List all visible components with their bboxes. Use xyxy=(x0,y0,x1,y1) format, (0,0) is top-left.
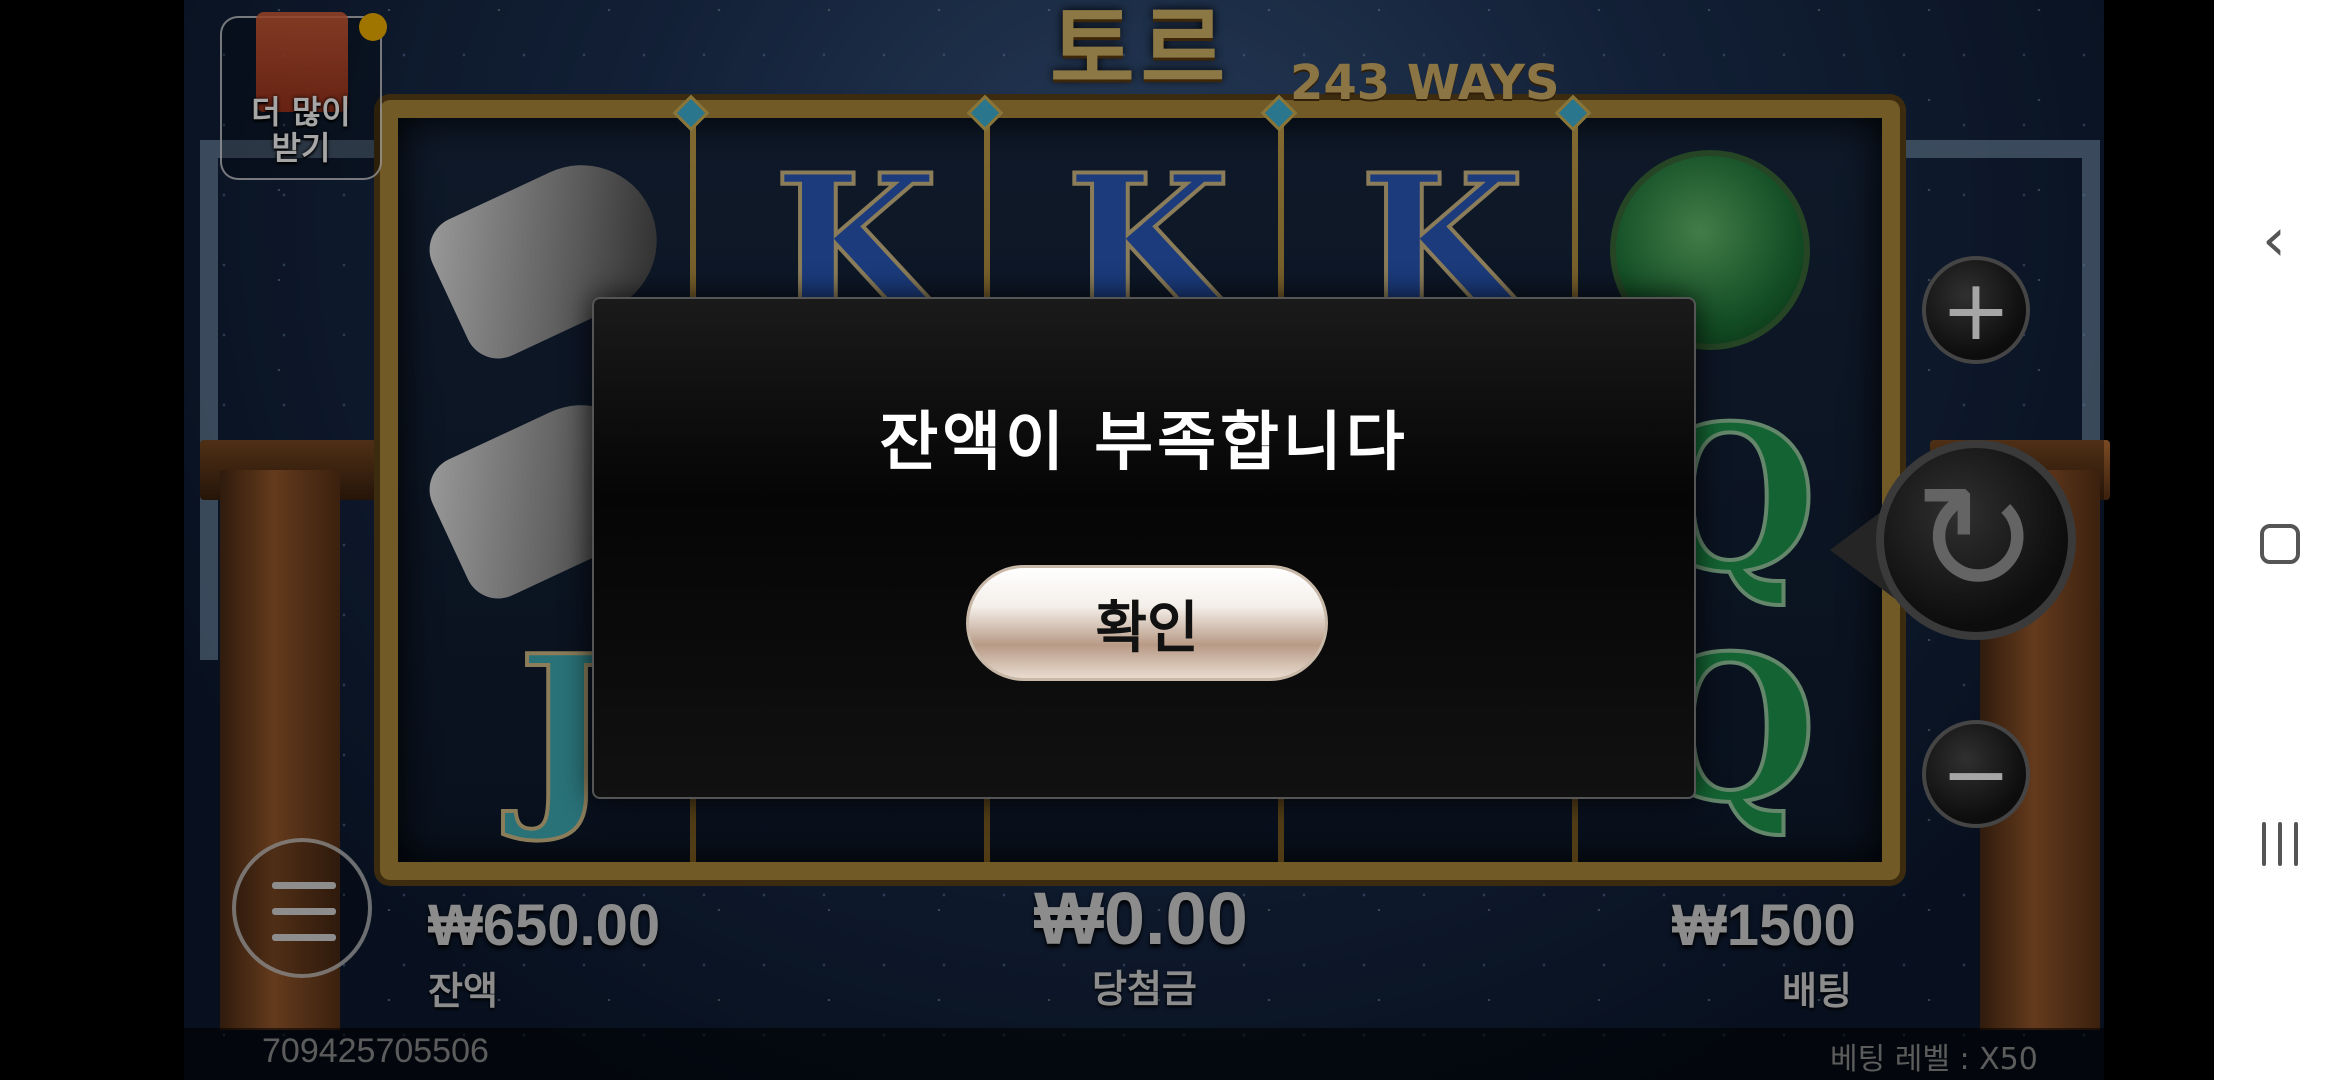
dialog-message: 잔액이 부족합니다 xyxy=(879,406,1409,480)
recent-apps-bar xyxy=(2294,822,2298,866)
confirm-button[interactable]: 확인 xyxy=(966,565,1328,681)
recent-apps-bar xyxy=(2278,822,2282,866)
recent-apps-bar xyxy=(2262,822,2266,866)
insufficient-balance-dialog: 잔액이 부족합니다 확인 xyxy=(592,297,1696,799)
recent-apps-icon[interactable] xyxy=(2262,822,2302,872)
back-icon[interactable]: ‹ xyxy=(2262,210,2302,270)
home-icon[interactable] xyxy=(2260,524,2300,564)
screen: 토르 243 WAYS K K K Q J Q 더 많이 받기 + ↻ − ₩6… xyxy=(0,0,2340,1080)
